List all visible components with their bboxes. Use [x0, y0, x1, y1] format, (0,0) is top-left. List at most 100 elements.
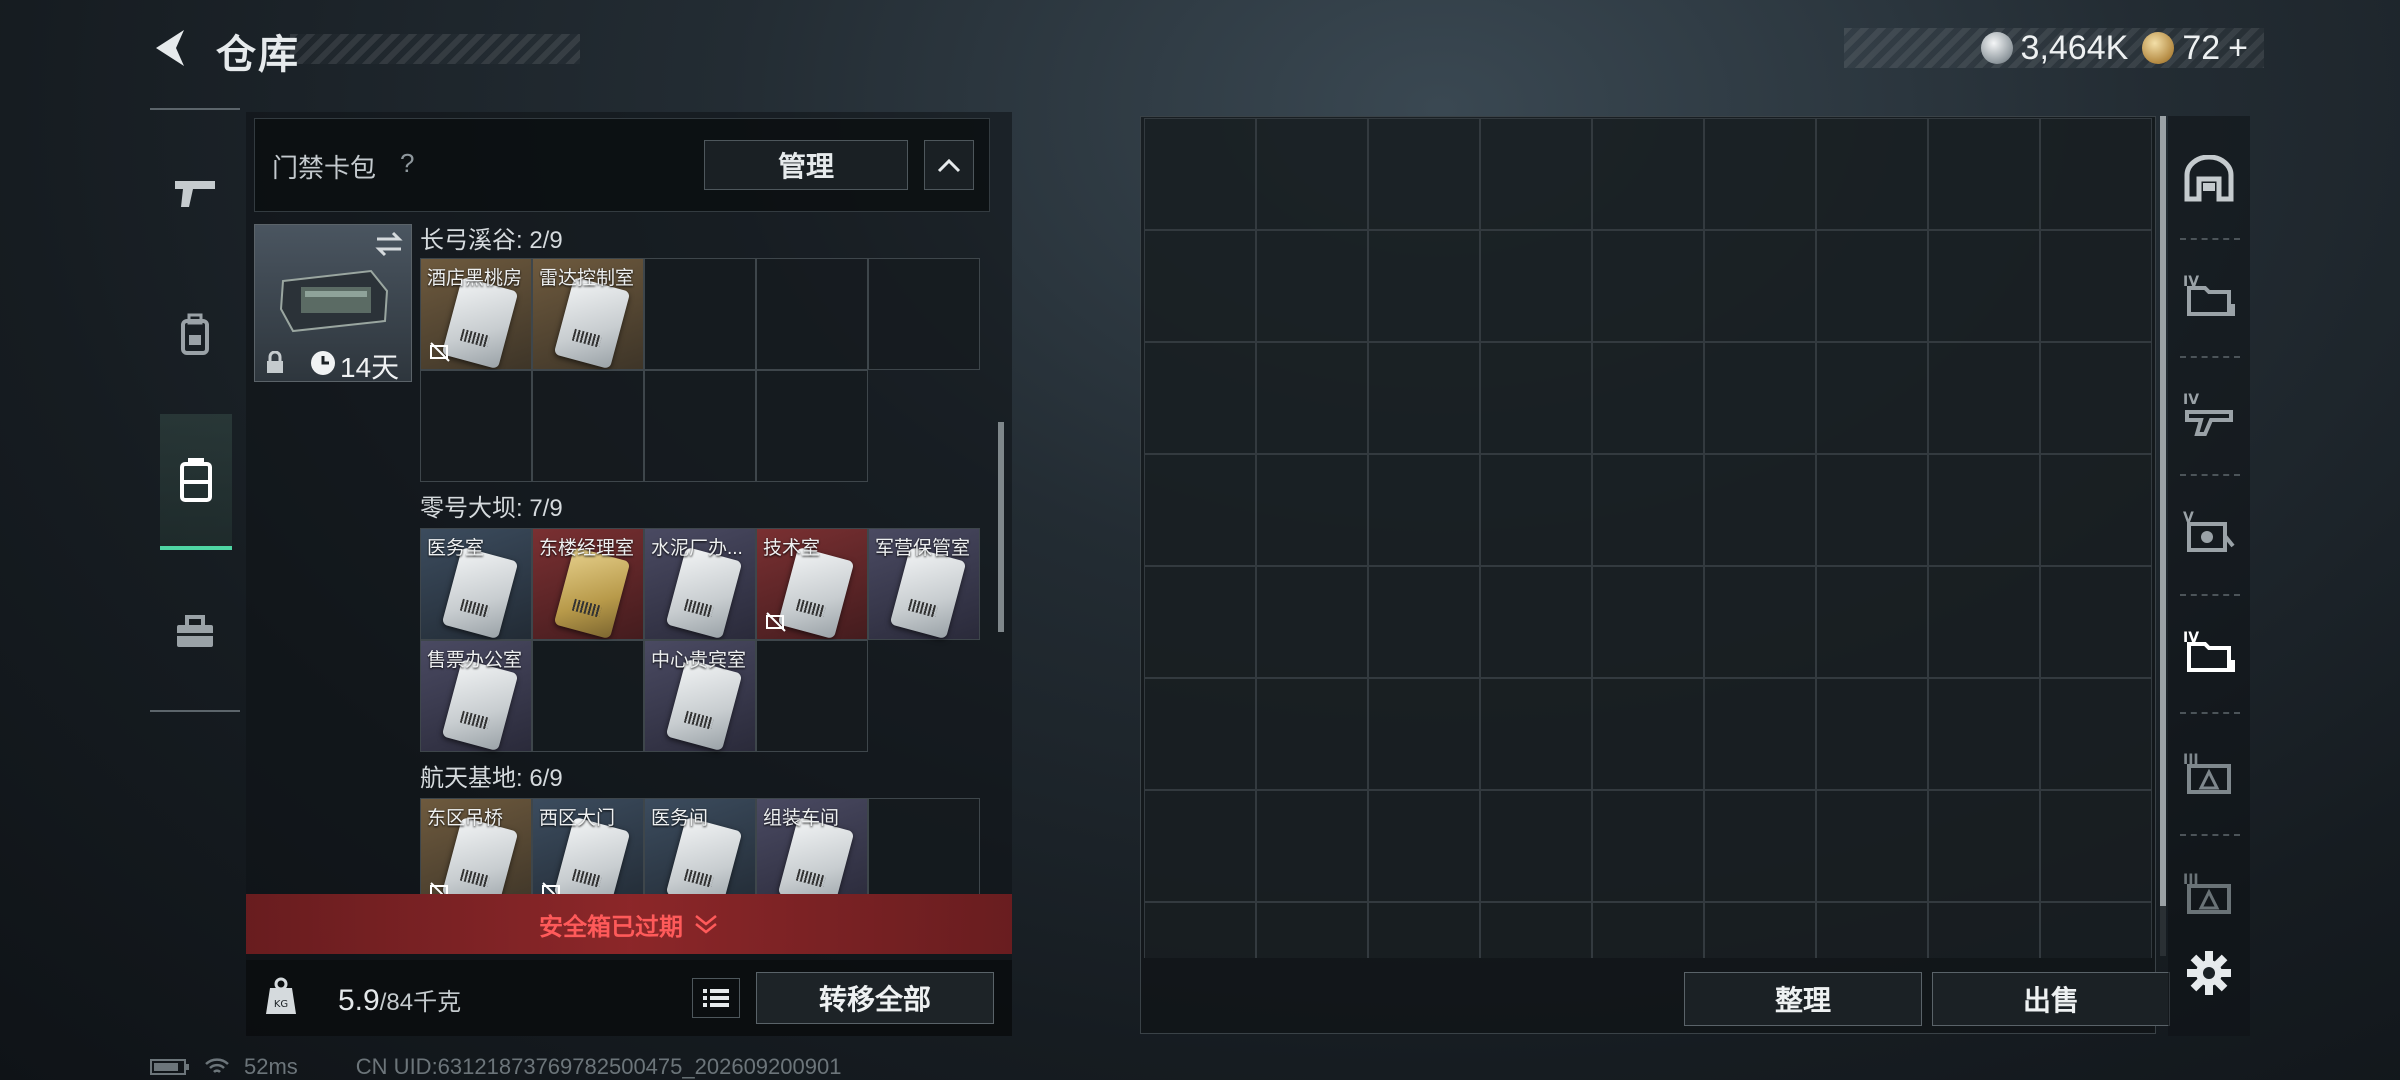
stash-cell[interactable] [1480, 454, 1592, 566]
stash-cell[interactable] [1256, 118, 1368, 230]
card-slot[interactable] [868, 798, 980, 894]
stash-cell[interactable] [1256, 342, 1368, 454]
stash-cell[interactable] [2040, 342, 2152, 454]
card-slot[interactable] [756, 258, 868, 370]
stash-cell[interactable] [1592, 342, 1704, 454]
stash-cell[interactable] [1144, 342, 1256, 454]
stash-cell[interactable] [2040, 118, 2152, 230]
stash-cell[interactable] [1144, 454, 1256, 566]
access-card-item[interactable]: 东区吊桥 [420, 798, 532, 894]
stash-cell[interactable] [1256, 230, 1368, 342]
tab-home[interactable] [2176, 146, 2242, 212]
stash-cell[interactable] [1144, 566, 1256, 678]
stash-cell[interactable] [1256, 902, 1368, 958]
stash-cell[interactable] [1704, 230, 1816, 342]
stash-cell[interactable] [1592, 902, 1704, 958]
card-slot[interactable] [868, 258, 980, 370]
stash-cell[interactable] [2040, 566, 2152, 678]
access-card-item[interactable]: 组装车间 [756, 798, 868, 894]
stash-cell[interactable] [1368, 118, 1480, 230]
stash-cell[interactable] [1928, 454, 2040, 566]
stash-cell[interactable] [1816, 678, 1928, 790]
stash-cell[interactable] [1928, 566, 2040, 678]
card-slot[interactable] [644, 258, 756, 370]
stash-cell[interactable] [1480, 230, 1592, 342]
stash-cell[interactable] [1368, 566, 1480, 678]
stash-cell[interactable] [1480, 118, 1592, 230]
card-list-scrollbar[interactable] [998, 422, 1004, 632]
access-card-item[interactable]: 中心贵宾室 [644, 640, 756, 752]
access-card-item[interactable]: 东楼经理室 [532, 528, 644, 640]
help-icon[interactable]: ? [400, 148, 414, 179]
stash-cell[interactable] [1256, 678, 1368, 790]
collapse-button[interactable] [924, 140, 974, 190]
nav-item-case[interactable] [160, 414, 232, 550]
stash-cell[interactable] [1480, 790, 1592, 902]
stash-cell[interactable] [1144, 902, 1256, 958]
stash-cell[interactable] [1816, 342, 1928, 454]
stash-cell[interactable] [1480, 566, 1592, 678]
stash-cell[interactable] [1928, 790, 2040, 902]
stash-cell[interactable] [1816, 454, 1928, 566]
access-card-item[interactable]: 水泥厂办... [644, 528, 756, 640]
stash-cell[interactable] [1704, 678, 1816, 790]
tab-tier-v[interactable]: V [2176, 498, 2242, 564]
stash-cell[interactable] [1704, 902, 1816, 958]
card-slot[interactable] [532, 370, 644, 482]
sell-button[interactable]: 出售 [1932, 972, 2170, 1026]
access-card-item[interactable]: 军营保管室 [868, 528, 980, 640]
stash-cell[interactable] [1144, 678, 1256, 790]
stash-cell[interactable] [2040, 230, 2152, 342]
gold-currency[interactable]: 72 + [2142, 29, 2248, 68]
stash-cell[interactable] [1928, 230, 2040, 342]
stash-cell[interactable] [1144, 790, 1256, 902]
gold-add-button[interactable]: + [2228, 29, 2248, 68]
stash-cell[interactable] [2040, 902, 2152, 958]
stash-cell[interactable] [1928, 342, 2040, 454]
stash-cell[interactable] [1256, 566, 1368, 678]
stash-cell[interactable] [1816, 902, 1928, 958]
stash-cell[interactable] [1480, 902, 1592, 958]
tab-tier-iii-b[interactable]: III [2176, 860, 2242, 926]
stash-cell[interactable] [1704, 454, 1816, 566]
stash-cell[interactable] [1256, 454, 1368, 566]
access-card-item[interactable]: 西区大门 [532, 798, 644, 894]
stash-cell[interactable] [1368, 902, 1480, 958]
access-card-item[interactable]: 医务间 [644, 798, 756, 894]
stash-cell[interactable] [1480, 678, 1592, 790]
access-card-item[interactable]: 售票办公室 [420, 640, 532, 752]
card-slot[interactable] [420, 370, 532, 482]
stash-cell[interactable] [1816, 230, 1928, 342]
card-slot[interactable] [756, 640, 868, 752]
tab-tier-iv-a[interactable]: IV [2176, 262, 2242, 328]
tab-tier-iv-b[interactable]: IV [2176, 380, 2242, 446]
card-slot[interactable] [756, 370, 868, 482]
stash-cell[interactable] [1704, 342, 1816, 454]
stash-cell[interactable] [1144, 230, 1256, 342]
stash-cell[interactable] [2040, 678, 2152, 790]
access-card-item[interactable]: 雷达控制室 [532, 258, 644, 370]
manage-button[interactable]: 管理 [704, 140, 908, 190]
safe-box-expired-banner[interactable]: 安全箱已过期 [246, 894, 1012, 954]
access-card-item[interactable]: 酒店黑桃房 [420, 258, 532, 370]
transfer-all-button[interactable]: 转移全部 [756, 972, 994, 1024]
stash-cell[interactable] [1368, 454, 1480, 566]
stash-cell[interactable] [1704, 118, 1816, 230]
back-button[interactable] [150, 26, 190, 70]
stash-cell[interactable] [1368, 230, 1480, 342]
stash-cell[interactable] [2040, 790, 2152, 902]
stash-cell[interactable] [1592, 790, 1704, 902]
stash-cell[interactable] [1928, 678, 2040, 790]
access-card-item[interactable]: 医务室 [420, 528, 532, 640]
stash-grid[interactable] [1144, 118, 2154, 958]
stash-cell[interactable] [2040, 454, 2152, 566]
stash-cell[interactable] [1480, 342, 1592, 454]
stash-cell[interactable] [1592, 454, 1704, 566]
nav-item-gear[interactable] [160, 300, 230, 370]
sort-button[interactable]: 整理 [1684, 972, 1922, 1026]
stash-cell[interactable] [1592, 230, 1704, 342]
stash-cell[interactable] [1928, 902, 2040, 958]
stash-cell[interactable] [1816, 118, 1928, 230]
stash-cell[interactable] [1144, 118, 1256, 230]
nav-item-toolbox[interactable] [160, 598, 230, 668]
